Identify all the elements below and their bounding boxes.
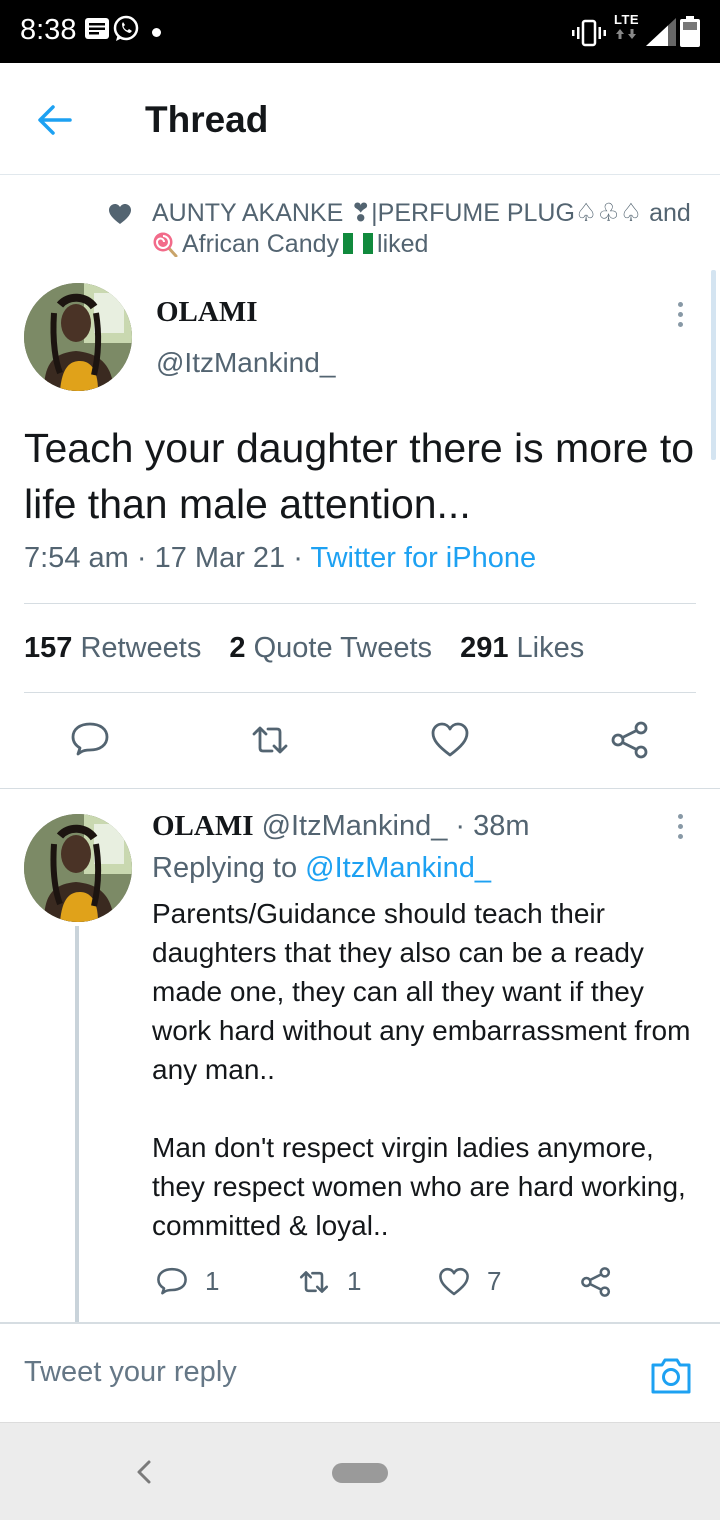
nav-home-pill[interactable] <box>332 1463 388 1483</box>
liked-label: liked <box>377 230 429 258</box>
share-icon[interactable] <box>610 720 650 760</box>
lte-indicator: LTE <box>614 12 644 46</box>
back-arrow-icon[interactable] <box>36 101 74 139</box>
divider <box>0 1322 720 1324</box>
liked-by-second-user: African Candy <box>182 230 340 258</box>
liked-by-users: AUNTY AKANKE ❣|PERFUME PLUG♤♧♤ and <box>152 199 691 227</box>
author-handle[interactable]: @ItzMankind_ <box>156 347 335 379</box>
share-icon[interactable] <box>580 1266 612 1298</box>
divider <box>24 603 696 604</box>
avatar-photo <box>24 283 132 391</box>
camera-icon[interactable] <box>650 1355 692 1395</box>
tweet-date: 17 Mar 21 <box>154 542 286 574</box>
likes-label: Likes <box>516 632 585 664</box>
reply-author-name: OLAMI <box>152 810 254 842</box>
likes-stat[interactable]: 291 Likes <box>460 632 584 664</box>
meta-separator: · <box>455 810 466 842</box>
tweet-text: Teach your daughter there is more to lif… <box>24 425 695 527</box>
reply-count: 1 <box>205 1266 220 1296</box>
battery-icon <box>680 16 700 47</box>
vibrate-icon <box>572 19 606 47</box>
meta-separator: · <box>293 542 303 574</box>
reply-icon[interactable] <box>156 1266 188 1298</box>
divider <box>24 692 696 693</box>
heart-filled-icon <box>109 204 131 224</box>
data-arrows-icon <box>616 29 636 39</box>
nav-back-icon[interactable] <box>134 1459 154 1485</box>
liked-by-line[interactable]: AUNTY AKANKE ❣|PERFUME PLUG♤♧♤ and Afric… <box>152 198 692 260</box>
replying-to-label: Replying to <box>152 852 298 884</box>
reply-author-handle: @ItzMankind_ <box>261 810 448 842</box>
page-title: Thread <box>145 99 269 140</box>
reply-paragraph: Man don't respect virgin ladies anymore,… <box>152 1132 686 1241</box>
divider <box>0 788 720 789</box>
tweet-source-link[interactable]: Twitter for iPhone <box>310 542 536 574</box>
lollipop-icon <box>153 232 178 257</box>
likes-count: 291 <box>460 632 509 664</box>
status-bar: 8:38 LTE <box>0 0 720 63</box>
retweets-count: 157 <box>24 632 73 664</box>
retweet-icon[interactable] <box>298 1266 330 1298</box>
like-icon[interactable] <box>438 1266 470 1298</box>
tweet-time: 7:54 am <box>24 542 129 574</box>
quotes-label: Quote Tweets <box>253 632 433 664</box>
reply-header[interactable]: OLAMI @ItzMankind_ · 38m <box>152 810 530 843</box>
like-icon[interactable] <box>430 720 470 760</box>
avatar-photo <box>24 814 132 922</box>
meta-separator: · <box>136 542 147 574</box>
signal-strength-icon <box>646 18 676 46</box>
author-name[interactable]: OLAMI <box>156 296 258 329</box>
reply-icon[interactable] <box>70 720 110 760</box>
reply-text: Parents/Guidance should teach their daug… <box>152 894 692 1284</box>
retweet-count: 1 <box>347 1266 362 1296</box>
reply-composer-input[interactable]: Tweet your reply <box>24 1356 237 1389</box>
like-count: 7 <box>487 1266 502 1296</box>
network-type-label: LTE <box>614 12 640 27</box>
thread-connector-line <box>75 926 79 1322</box>
reply-paragraph: Parents/Guidance should teach their daug… <box>152 898 691 1085</box>
whatsapp-icon <box>113 15 139 41</box>
more-options-icon[interactable] <box>676 302 684 332</box>
retweet-icon[interactable] <box>250 720 290 760</box>
nigeria-flag-icon <box>343 231 374 254</box>
quotes-count: 2 <box>229 632 246 664</box>
scrollbar[interactable] <box>711 270 716 460</box>
system-navigation-bar <box>0 1422 720 1520</box>
more-options-icon[interactable] <box>676 814 684 844</box>
message-notification-icon <box>85 18 109 39</box>
quote-tweets-stat[interactable]: 2 Quote Tweets <box>229 632 432 664</box>
retweets-stat[interactable]: 157 Retweets <box>24 632 201 664</box>
replying-to-link[interactable]: @ItzMankind_ <box>305 852 491 884</box>
app-header: Thread <box>0 63 720 175</box>
replying-to-line: Replying to @ItzMankind_ <box>152 852 491 885</box>
notification-dot-icon <box>152 28 161 37</box>
status-time: 8:38 <box>20 14 77 46</box>
reply-avatar[interactable] <box>24 814 132 922</box>
tweet-stats: 157 Retweets 2 Quote Tweets 291 Likes <box>24 632 584 665</box>
retweets-label: Retweets <box>80 632 202 664</box>
reply-age: 38m <box>473 810 530 842</box>
avatar[interactable] <box>24 283 132 391</box>
tweet-meta: 7:54 am · 17 Mar 21 · Twitter for iPhone <box>24 542 536 575</box>
